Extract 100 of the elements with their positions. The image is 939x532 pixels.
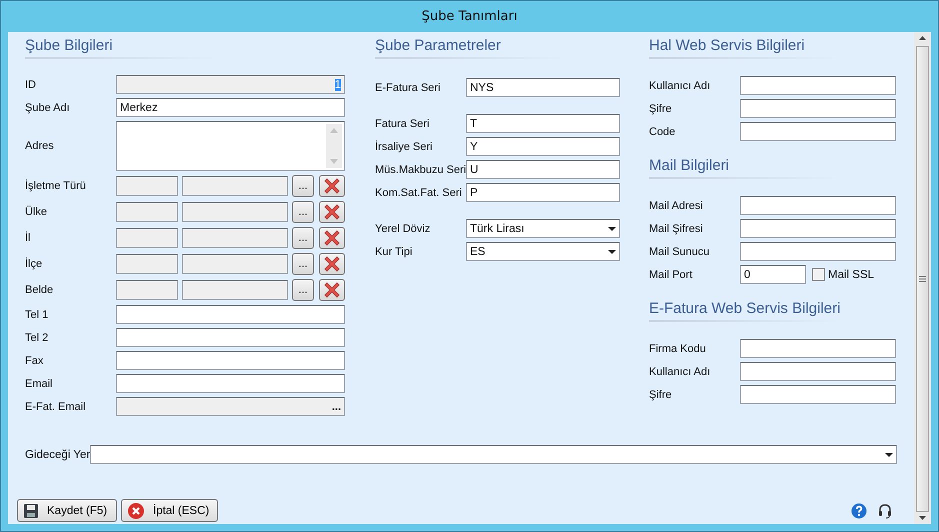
field-label: İl xyxy=(25,232,32,244)
field-label: Gideceği Yer xyxy=(25,448,90,460)
scroll-thumb[interactable] xyxy=(916,46,929,512)
input-field[interactable] xyxy=(740,362,896,381)
clear-button[interactable] xyxy=(319,279,345,301)
caret-icon xyxy=(608,250,616,254)
code-field[interactable] xyxy=(116,176,178,196)
input-field[interactable] xyxy=(116,328,345,347)
caret-icon xyxy=(885,452,893,456)
headset-icon[interactable] xyxy=(877,502,893,518)
scrollbar[interactable] xyxy=(914,32,931,524)
input-field[interactable]: NYS xyxy=(466,78,620,97)
field-value: 1 xyxy=(334,78,341,90)
field-label: Email xyxy=(25,378,54,390)
field-label: Şube Adı xyxy=(25,102,71,114)
name-field[interactable] xyxy=(182,228,288,248)
field-label: Şifre xyxy=(649,388,673,400)
field-value: NYS xyxy=(470,82,494,94)
close-icon xyxy=(324,282,340,298)
close-icon xyxy=(324,256,340,272)
grip-icon xyxy=(919,276,926,282)
field-value: U xyxy=(470,164,478,176)
input-field[interactable]: Merkez xyxy=(116,98,345,117)
field-label: İlçe xyxy=(25,258,44,270)
cancel-icon xyxy=(127,502,145,520)
dropdown[interactable]: Türk Lirası xyxy=(466,219,620,238)
input-field[interactable] xyxy=(116,374,345,393)
text-area[interactable] xyxy=(116,121,345,171)
field-label: Belde xyxy=(25,284,54,296)
scroll-down-icon[interactable] xyxy=(919,516,926,520)
section-title: Şube Bilgileri xyxy=(25,37,215,59)
field-label: İşletme Türü xyxy=(25,180,87,192)
input-field[interactable] xyxy=(740,339,896,358)
field-label: Kur Tipi xyxy=(375,246,414,258)
section-title: Mail Bilgileri xyxy=(649,157,839,179)
floppy-icon xyxy=(23,502,39,518)
browse-button[interactable]: ... xyxy=(292,175,314,197)
name-field[interactable] xyxy=(182,254,288,274)
name-field[interactable] xyxy=(182,202,288,222)
input-field[interactable] xyxy=(740,99,896,118)
field-label: Mail Şifresi xyxy=(649,222,704,234)
input-field[interactable] xyxy=(740,76,896,95)
field-label: Fatura Seri xyxy=(375,118,430,130)
browse-button[interactable]: ... xyxy=(292,201,314,223)
input-field[interactable]: U xyxy=(466,160,620,179)
code-field[interactable] xyxy=(116,202,178,222)
scroll-up-icon[interactable] xyxy=(919,36,926,40)
clear-button[interactable] xyxy=(319,175,345,197)
code-field[interactable] xyxy=(116,254,178,274)
dropdown[interactable] xyxy=(90,445,897,464)
field-label: Kom.Sat.Fat. Seri xyxy=(375,186,463,198)
field-label: Mail Sunucu xyxy=(649,246,711,258)
section-title: Şube Parametreler xyxy=(375,37,565,59)
field-label: Mail Port xyxy=(649,268,694,280)
field-label: Şifre xyxy=(649,102,673,114)
help-icon[interactable] xyxy=(851,502,867,518)
clear-button[interactable] xyxy=(319,201,345,223)
field-label: ID xyxy=(25,78,37,90)
input-field[interactable]: T xyxy=(466,114,620,133)
window-title: Şube Tanımları xyxy=(420,8,518,26)
clear-button[interactable] xyxy=(319,253,345,275)
close-icon xyxy=(324,178,340,194)
code-field[interactable] xyxy=(116,228,178,248)
cancel-button[interactable]: İptal (ESC) xyxy=(121,499,218,522)
checkbox-label: Mail SSL xyxy=(828,268,874,280)
field-label: Tel 1 xyxy=(25,308,50,320)
name-field[interactable] xyxy=(182,280,288,300)
field-label: Firma Kodu xyxy=(649,342,707,354)
field-label: Mail Adresi xyxy=(649,200,704,212)
number-field[interactable]: 0 xyxy=(740,265,806,284)
field-value: P xyxy=(470,186,478,198)
browse-button[interactable]: ... xyxy=(292,279,314,301)
checkbox[interactable] xyxy=(812,268,825,281)
name-field[interactable] xyxy=(182,176,288,196)
input-field[interactable] xyxy=(116,305,345,324)
save-button[interactable]: Kaydet (F5) xyxy=(17,499,117,522)
field-label: Kullanıcı Adı xyxy=(649,80,712,92)
code-field[interactable] xyxy=(116,280,178,300)
caret-icon xyxy=(608,226,616,230)
input-field[interactable] xyxy=(740,242,896,261)
section-title: Hal Web Servis Bilgileri xyxy=(649,37,839,59)
close-icon xyxy=(324,230,340,246)
browse-button[interactable]: ... xyxy=(292,227,314,249)
field-label: E-Fatura Seri xyxy=(375,82,442,94)
input-field[interactable] xyxy=(116,351,345,370)
dropdown[interactable]: ES xyxy=(466,242,620,261)
close-icon xyxy=(324,204,340,220)
input-field[interactable] xyxy=(740,196,896,215)
field-label: Ülke xyxy=(25,206,48,218)
field-value: Y xyxy=(470,140,478,152)
field-label: Code xyxy=(649,126,676,138)
input-field[interactable] xyxy=(740,385,896,404)
input-field[interactable] xyxy=(740,219,896,238)
browse-button[interactable]: ... xyxy=(292,253,314,275)
input-field[interactable]: P xyxy=(466,183,620,202)
input-field[interactable] xyxy=(740,122,896,141)
clear-button[interactable] xyxy=(319,227,345,249)
field-label: İrsaliye Seri xyxy=(375,140,434,152)
field-label: Müs.Makbuzu Seri xyxy=(375,164,466,176)
input-field[interactable]: Y xyxy=(466,137,620,156)
